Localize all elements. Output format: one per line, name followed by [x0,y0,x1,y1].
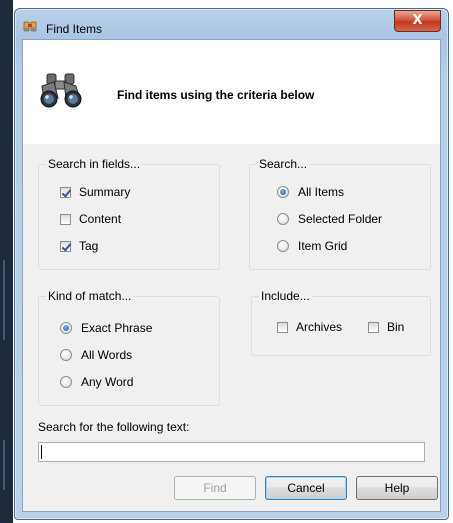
content-checkbox-option[interactable]: Content [60,212,121,226]
summary-checkbox-option[interactable]: Summary [60,185,130,199]
all-words-radio[interactable] [60,349,72,361]
tag-checkbox[interactable] [60,240,71,252]
close-icon: X [412,13,423,28]
content-checkbox[interactable] [60,213,71,225]
item-grid-radio[interactable] [277,240,289,252]
group-title: Search... [257,157,310,171]
archives-checkbox[interactable] [277,321,288,333]
radio-label: Item Grid [298,239,348,253]
background-app-strip [0,0,13,523]
text-caret [41,445,42,459]
group-title: Include... [259,289,312,303]
tag-checkbox-option[interactable]: Tag [60,239,98,253]
search-text-label: Search for the following text: [38,420,190,434]
binoculars-icon [40,73,82,108]
archives-checkbox-option[interactable]: Archives [277,320,342,334]
checkbox-label: Content [79,212,122,226]
include-group: Include... Archives Bin [251,289,431,356]
item-grid-radio-option[interactable]: Item Grid [277,239,347,253]
radio-label: Any Word [81,375,134,389]
radio-label: Exact Phrase [81,321,153,335]
selected-folder-radio-option[interactable]: Selected Folder [277,212,382,226]
search-text-input[interactable] [38,442,425,462]
checkbox-label: Bin [387,320,405,334]
dialog-header: Find items using the criteria below [23,40,440,144]
header-instruction: Find items using the criteria below [117,88,315,102]
cancel-button[interactable]: Cancel [265,476,347,500]
window-title: Find Items [46,22,103,36]
title-bar[interactable]: Find Items X [15,9,448,39]
help-button[interactable]: Help [356,476,438,500]
checkbox-label: Summary [79,185,131,199]
find-button[interactable]: Find [174,476,256,500]
exact-phrase-radio-option[interactable]: Exact Phrase [60,321,152,335]
kind-of-match-group: Kind of match... Exact Phrase All Words … [38,289,220,406]
group-title: Kind of match... [46,289,134,303]
dialog-body: Find items using the criteria below Sear… [22,39,441,512]
selected-folder-radio[interactable] [277,213,289,225]
bin-checkbox-option[interactable]: Bin [368,320,404,334]
checkbox-label: Tag [79,239,99,253]
radio-label: Selected Folder [298,212,383,226]
radio-label: All Items [298,185,345,199]
find-items-dialog: Find Items X Find items using the criter… [14,8,449,520]
all-items-radio-option[interactable]: All Items [277,185,344,199]
find-items-icon [23,21,37,32]
all-words-radio-option[interactable]: All Words [60,348,132,362]
radio-label: All Words [81,348,133,362]
any-word-radio-option[interactable]: Any Word [60,375,133,389]
search-scope-group: Search... All Items Selected Folder Item… [249,157,431,270]
all-items-radio[interactable] [277,186,289,198]
exact-phrase-radio[interactable] [60,322,72,334]
summary-checkbox[interactable] [60,186,71,198]
group-title: Search in fields... [46,157,143,171]
any-word-radio[interactable] [60,376,72,388]
search-in-fields-group: Search in fields... Summary Content Tag [38,157,220,270]
bin-checkbox[interactable] [368,321,379,333]
close-button[interactable]: X [394,10,441,32]
checkbox-label: Archives [296,320,343,334]
